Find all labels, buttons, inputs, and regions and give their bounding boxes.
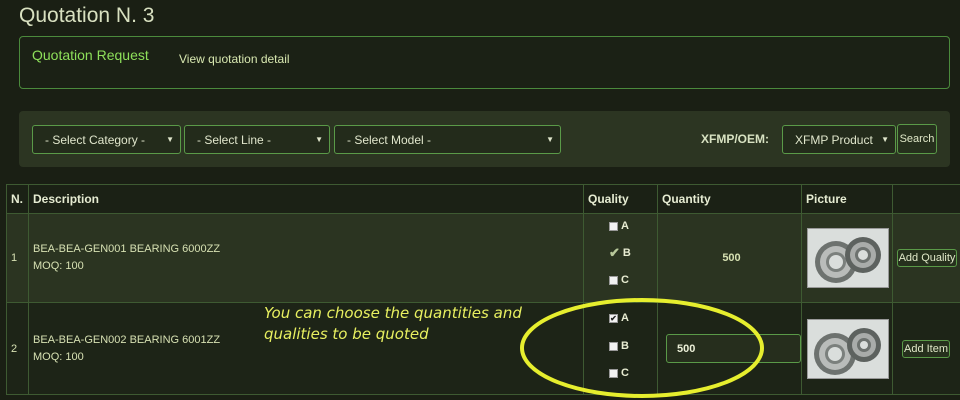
- line-select[interactable]: - Select Line - ▼: [184, 125, 330, 154]
- row-description-cell: BEA-BEA-GEN001 BEARING 6000ZZ MOQ: 100: [28, 213, 584, 303]
- quality-option-b[interactable]: ✔ B: [609, 245, 631, 261]
- line-select-value: - Select Line -: [197, 132, 272, 147]
- picture-cell: [801, 213, 893, 303]
- picture-cell: [801, 302, 893, 395]
- model-select[interactable]: - Select Model - ▼: [334, 125, 561, 154]
- row-moq: MOQ: 100: [33, 350, 84, 363]
- oem-select-value: XFMP Product: [795, 132, 873, 147]
- header-quantity: Quantity: [657, 184, 802, 214]
- row-number: 1: [6, 213, 29, 303]
- checkbox[interactable]: [609, 275, 618, 285]
- table-row: 1 BEA-BEA-GEN001 BEARING 6000ZZ MOQ: 100…: [6, 213, 960, 303]
- row-number: 2: [6, 302, 29, 395]
- annotation-ellipse: [520, 298, 764, 398]
- bearing-image[interactable]: [807, 228, 889, 288]
- annotation-text: You can choose the quantities and qualit…: [264, 303, 554, 345]
- add-quality-button[interactable]: Add Quality: [897, 249, 957, 267]
- header-number: N.: [6, 184, 29, 214]
- row-description: BEA-BEA-GEN001 BEARING 6000ZZ: [33, 243, 221, 255]
- category-select[interactable]: - Select Category - ▼: [32, 125, 181, 154]
- quality-option-c[interactable]: C: [609, 274, 629, 286]
- oem-select[interactable]: XFMP Product ▼: [782, 125, 896, 154]
- filter-bar: - Select Category - ▼ - Select Line - ▼ …: [19, 111, 950, 167]
- quotation-request-title: Quotation Request: [32, 47, 149, 63]
- action-cell: Add Item: [892, 302, 960, 395]
- chevron-down-icon: ▼: [315, 135, 323, 144]
- action-cell: Add Quality: [892, 213, 960, 303]
- bearing-image[interactable]: [807, 318, 889, 379]
- header-picture: Picture: [801, 184, 893, 214]
- check-icon: ✔: [609, 245, 620, 260]
- header-quality: Quality: [583, 184, 658, 214]
- model-select-value: - Select Model -: [347, 132, 432, 147]
- add-item-button[interactable]: Add Item: [902, 339, 950, 358]
- quotation-request-panel: Quotation Request View quotation detail: [19, 36, 950, 89]
- category-select-value: - Select Category -: [45, 132, 146, 147]
- header-description: Description: [28, 184, 584, 214]
- quality-cell: A ✔ B C: [583, 213, 658, 303]
- checkbox[interactable]: [609, 221, 618, 231]
- view-quotation-detail-link[interactable]: View quotation detail: [179, 52, 290, 66]
- chevron-down-icon: ▼: [546, 135, 554, 144]
- table-header-row: N. Description Quality Quantity Picture: [6, 184, 960, 214]
- chevron-down-icon: ▼: [166, 135, 174, 144]
- search-button[interactable]: Search: [897, 124, 937, 154]
- annotation-line-2: qualities to be quoted: [264, 325, 429, 343]
- header-action: [892, 184, 960, 214]
- page-title: Quotation N. 3: [19, 4, 155, 27]
- row-moq: MOQ: 100: [33, 260, 84, 272]
- items-table: N. Description Quality Quantity Picture …: [6, 184, 960, 395]
- oem-label: XFMP/OEM:: [701, 132, 769, 146]
- quantity-value: 500: [657, 213, 802, 303]
- annotation-line-1: You can choose the quantities and: [264, 304, 522, 322]
- quality-option-a[interactable]: A: [609, 220, 629, 232]
- chevron-down-icon: ▼: [881, 135, 889, 144]
